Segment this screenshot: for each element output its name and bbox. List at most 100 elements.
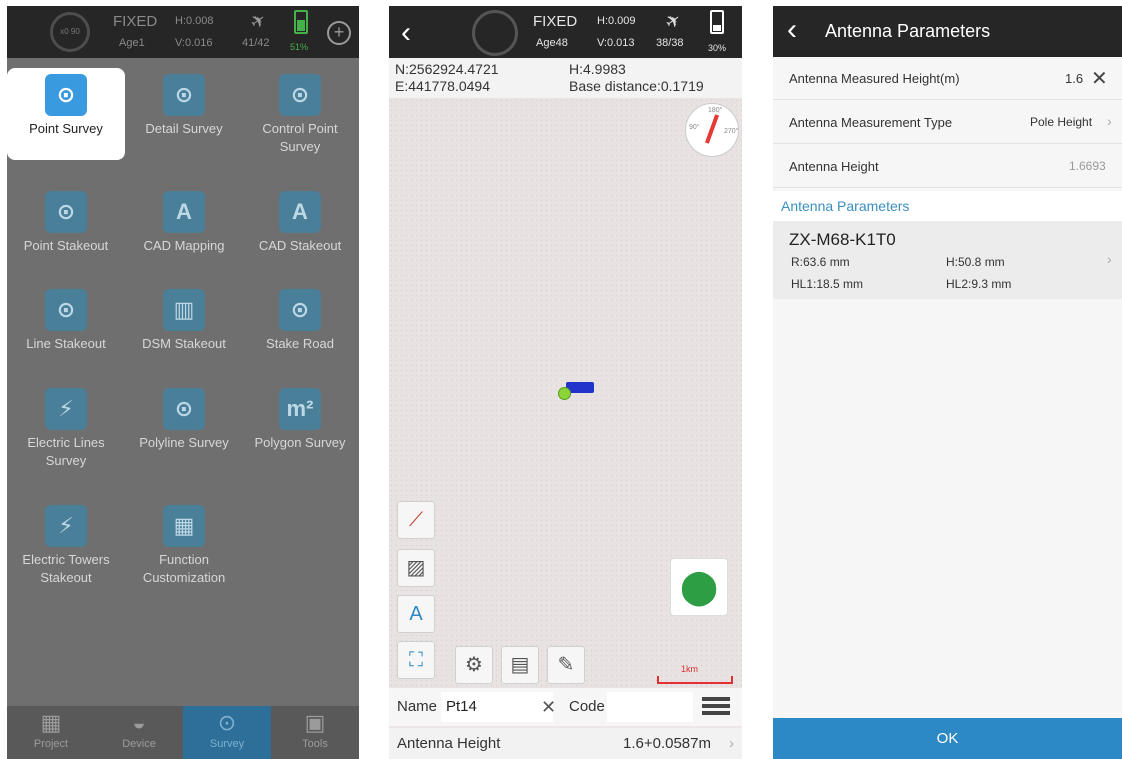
compass-north: 180° bbox=[708, 107, 723, 114]
satellite-icon: ✈ bbox=[246, 8, 271, 34]
back-button[interactable]: ‹ bbox=[401, 18, 411, 48]
survey-tile-label: Electric Towers Stakeout bbox=[22, 552, 110, 585]
satellite-icon: ✈ bbox=[661, 8, 686, 34]
ok-button[interactable]: OK bbox=[773, 718, 1122, 759]
survey-tile-label: Control Point Survey bbox=[262, 121, 338, 154]
measurement-type-value: Pole Height bbox=[1030, 115, 1093, 129]
point-stakeout-icon: ⊙ bbox=[45, 191, 87, 233]
survey-tile[interactable]: ▥ DSM Stakeout bbox=[125, 283, 243, 375]
polyline-survey-icon: ⊙ bbox=[163, 388, 205, 430]
survey-tile-label: CAD Mapping bbox=[143, 238, 225, 253]
fix-state: FIXED bbox=[533, 13, 578, 30]
battery-icon bbox=[710, 10, 724, 34]
antenna-r: R:63.6 mm bbox=[791, 255, 850, 269]
nav-item-project[interactable]: ▦ Project bbox=[7, 706, 95, 759]
function-customization-icon: ▦ bbox=[163, 505, 205, 547]
map-layers-icon[interactable]: ▨ bbox=[397, 549, 435, 587]
code-list-icon[interactable] bbox=[702, 697, 730, 717]
antenna-height-label: Antenna Height bbox=[397, 735, 501, 752]
survey-tile-label: CAD Stakeout bbox=[258, 238, 342, 253]
survey-tile[interactable]: m² Polygon Survey bbox=[241, 382, 359, 474]
antenna-height-value: 1.6+0.0587m bbox=[623, 735, 711, 752]
base-distance: Base distance:0.1719 bbox=[569, 78, 704, 94]
survey-tile[interactable]: ⊙ Point Survey bbox=[7, 68, 125, 160]
section-header: Antenna Parameters bbox=[773, 191, 1122, 221]
survey-tile-label: Electric Lines Survey bbox=[27, 435, 105, 468]
project-icon: ▦ bbox=[40, 710, 62, 735]
survey-tile[interactable]: ⚡ Electric Lines Survey bbox=[7, 382, 125, 474]
bottom-navigation: ▦ Project ◒ Device ⊙ Survey ▣ Tools bbox=[7, 706, 359, 759]
survey-menu-screen: x0 90 FIXED H:0.008 Age1 V:0.016 ✈ 41/42… bbox=[7, 6, 359, 759]
battery-icon bbox=[294, 10, 308, 34]
survey-tile-label: Detail Survey bbox=[145, 121, 223, 136]
survey-tile-label: Point Survey bbox=[29, 121, 103, 136]
point-library-icon[interactable]: ▤ bbox=[501, 646, 539, 684]
antenna-height-row: Antenna Height 1.6693 bbox=[773, 145, 1122, 188]
survey-tile[interactable]: ▦ Function Customization bbox=[125, 499, 243, 591]
zoom-extent-icon[interactable]: ⛶ bbox=[397, 641, 435, 679]
battery-percent: 30% bbox=[708, 43, 727, 53]
map-pin-icon: ⬤ bbox=[679, 568, 719, 606]
electric-towers-icon: ⚡ bbox=[45, 505, 87, 547]
edit-pen-icon[interactable]: ✎ bbox=[547, 646, 585, 684]
settings-gear-icon[interactable]: ⚙ bbox=[455, 646, 493, 684]
survey-tile-label: Function Customization bbox=[142, 552, 226, 585]
device-icon: ◒ bbox=[132, 710, 146, 735]
nav-item-tools[interactable]: ▣ Tools bbox=[271, 706, 359, 759]
antenna-height-value: 1.6693 bbox=[1069, 159, 1106, 173]
nav-item-device[interactable]: ◒ Device bbox=[95, 706, 183, 759]
northing: N:2562924.4721 bbox=[395, 61, 499, 77]
clear-name-icon[interactable]: ✕ bbox=[541, 688, 556, 726]
nav-label: Tools bbox=[302, 738, 328, 750]
back-button[interactable]: ‹ bbox=[787, 15, 797, 45]
gnss-ring-icon bbox=[472, 10, 518, 56]
survey-tile[interactable]: A CAD Mapping bbox=[125, 185, 243, 277]
measured-height-input[interactable]: 1.6 bbox=[1065, 71, 1083, 86]
antenna-model-card[interactable]: ZX-M68-K1T0 R:63.6 mm H:50.8 mm HL1:18.5… bbox=[773, 221, 1122, 299]
satellite-count: 38/38 bbox=[656, 37, 684, 49]
age: Age48 bbox=[536, 37, 568, 49]
chevron-right-icon: › bbox=[1107, 113, 1112, 129]
collect-point-button[interactable]: ⬤ bbox=[670, 558, 728, 616]
measurement-type-row[interactable]: Antenna Measurement Type Pole Height › bbox=[773, 101, 1122, 144]
point-code-input[interactable] bbox=[607, 692, 693, 722]
status-bar: x0 90 FIXED H:0.008 Age1 V:0.016 ✈ 41/42… bbox=[7, 6, 359, 58]
survey-tile[interactable]: ⊙ Stake Road bbox=[241, 283, 359, 375]
survey-tile[interactable]: ⊙ Polyline Survey bbox=[125, 382, 243, 474]
measurement-type-label: Antenna Measurement Type bbox=[789, 115, 953, 130]
survey-tile[interactable]: ⚡ Electric Towers Stakeout bbox=[7, 499, 125, 591]
nav-label: Device bbox=[122, 738, 156, 750]
survey-tile[interactable]: ⊙ Control Point Survey bbox=[241, 68, 359, 160]
ring-label: x0 90 bbox=[60, 27, 80, 36]
survey-tile[interactable]: ⊙ Line Stakeout bbox=[7, 283, 125, 375]
h-precision: H:0.009 bbox=[597, 15, 636, 27]
survey-tile-label: DSM Stakeout bbox=[142, 336, 226, 351]
antenna-height-row[interactable]: Antenna Height 1.6+0.0587m › bbox=[389, 728, 742, 759]
point-survey-screen: ‹ FIXED H:0.009 Age48 V:0.013 ✈ 38/38 30… bbox=[389, 6, 742, 759]
clear-height-icon[interactable]: ✕ bbox=[1091, 66, 1108, 91]
survey-tile[interactable]: ⊙ Detail Survey bbox=[125, 68, 243, 160]
antenna-model: ZX-M68-K1T0 bbox=[789, 230, 896, 249]
point-label-icon[interactable]: A bbox=[397, 595, 435, 633]
survey-tile[interactable]: ⊙ Point Stakeout bbox=[7, 185, 125, 277]
measured-height-row: Antenna Measured Height(m) 1.6 ✕ bbox=[773, 57, 1122, 100]
v-precision: V:0.016 bbox=[175, 37, 213, 49]
compass-east: 270° bbox=[724, 128, 739, 135]
polygon-survey-icon: m² bbox=[279, 388, 321, 430]
survey-point-marker bbox=[558, 387, 571, 400]
map-canvas[interactable]: 180° 90° 270° ⟋ ▨ A ⛶ ⚙ ▤ ✎ ⬤ 1km bbox=[389, 98, 742, 688]
easting: E:441778.0494 bbox=[395, 78, 490, 94]
nav-item-survey[interactable]: ⊙ Survey bbox=[183, 706, 271, 759]
add-button[interactable]: + bbox=[327, 21, 351, 45]
compass-icon[interactable]: 180° 90° 270° bbox=[685, 103, 739, 157]
scale-label: 1km bbox=[681, 664, 699, 674]
h-precision: H:0.008 bbox=[175, 15, 214, 27]
measure-tool-icon[interactable]: ⟋ bbox=[397, 501, 435, 539]
dsm-stakeout-icon: ▥ bbox=[163, 289, 205, 331]
point-name-bar: Name Pt14 ✕ Code bbox=[389, 688, 742, 726]
line-stakeout-icon: ⊙ bbox=[45, 289, 87, 331]
antenna-height-label: Antenna Height bbox=[789, 159, 879, 174]
coordinate-readout: N:2562924.4721 E:441778.0494 H:4.9983 Ba… bbox=[389, 58, 742, 98]
survey-tile[interactable]: A CAD Stakeout bbox=[241, 185, 359, 277]
point-name-input[interactable]: Pt14 bbox=[441, 692, 553, 722]
